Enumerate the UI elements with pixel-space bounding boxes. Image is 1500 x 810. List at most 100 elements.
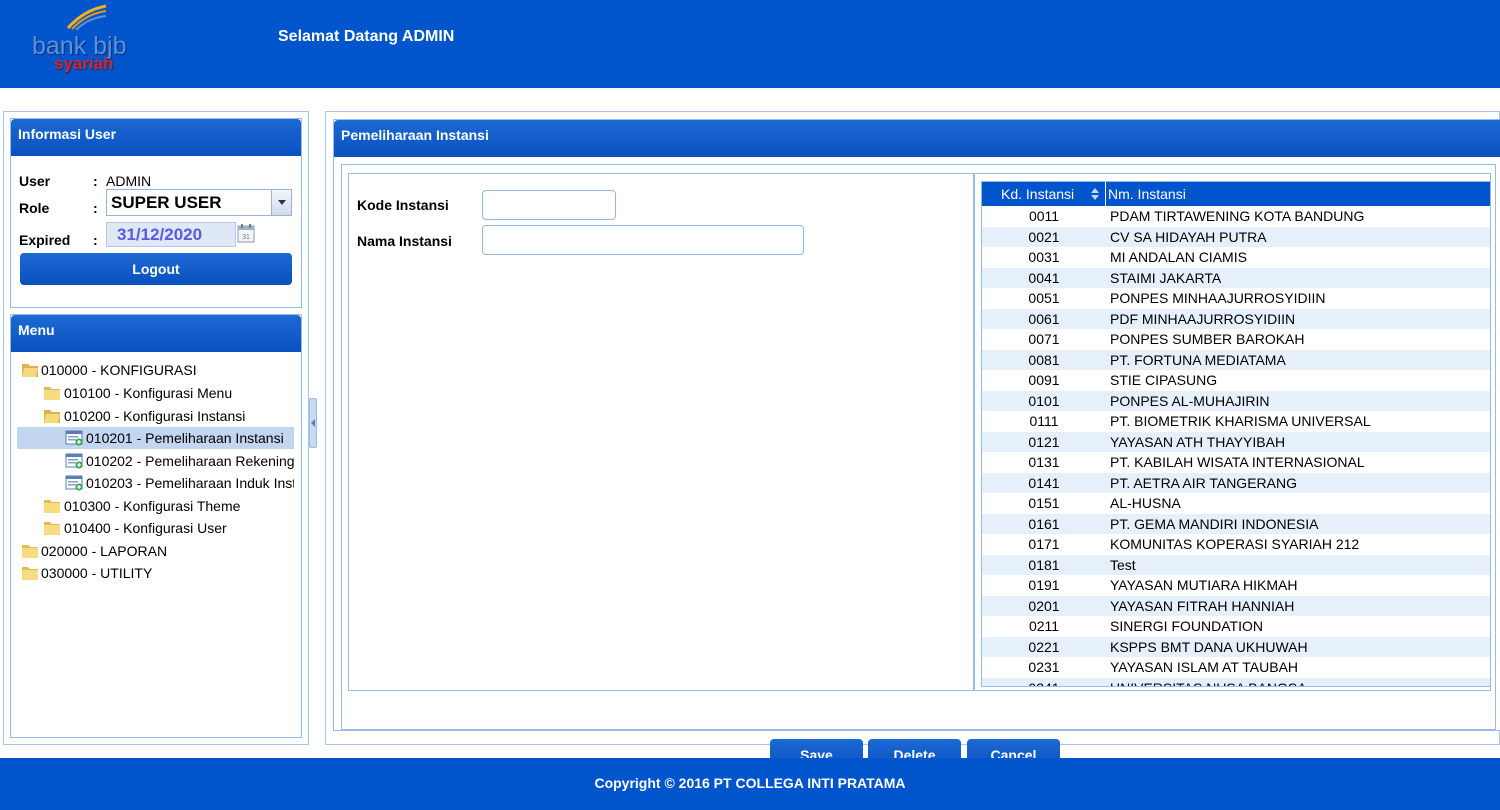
table-row[interactable]: 0041 STAIMI JAKARTA bbox=[982, 267, 1490, 288]
table-row[interactable]: 0231 YAYASAN ISLAM AT TAUBAH bbox=[982, 657, 1490, 678]
table-row[interactable]: 0101 PONPES AL-MUHAJIRIN bbox=[982, 390, 1490, 411]
welcome-text: Selamat Datang ADMIN bbox=[278, 28, 455, 45]
nm-instansi-cell: PT. AETRA AIR TANGERANG bbox=[1110, 474, 1297, 491]
column-header-nm-instansi[interactable]: Nm. Instansi bbox=[1108, 182, 1186, 206]
user-info-panel: Informasi User User : ADMIN Role : SUPER… bbox=[10, 118, 302, 308]
tree-item-pemeliharaan-induk-instansi[interactable]: 010203 - Pemeliharaan Induk Instansi bbox=[17, 472, 294, 494]
nm-instansi-cell: UNIVERSITAS NUSA BANGSA bbox=[1110, 678, 1307, 687]
tree-item-laporan[interactable]: 020000 - LAPORAN bbox=[17, 540, 297, 562]
bank-bjb-syariah-logo: bank bjb syariah bbox=[28, 4, 158, 74]
nm-instansi-cell: KSPPS BMT DANA UKHUWAH bbox=[1110, 638, 1308, 655]
nm-instansi-cell: Test bbox=[1110, 556, 1136, 573]
kd-instansi-cell: 0021 bbox=[1028, 228, 1060, 245]
kd-instansi-cell: 0111 bbox=[1029, 413, 1059, 429]
tree-item-pemeliharaan-instansi[interactable]: 010201 - Pemeliharaan Instansi bbox=[17, 427, 294, 449]
logout-button[interactable]: Logout bbox=[20, 253, 292, 285]
table-row[interactable]: 0081 PT. FORTUNA MEDIATAMA bbox=[982, 349, 1490, 370]
sort-icon[interactable] bbox=[1090, 187, 1100, 201]
table-row[interactable]: 0141 PT. AETRA AIR TANGERANG bbox=[982, 472, 1490, 493]
kd-instansi-cell: 0101 bbox=[1028, 392, 1060, 409]
nm-instansi-cell: KOMUNITAS KOPERASI SYARIAH 212 bbox=[1110, 536, 1360, 552]
kd-instansi-cell: 0031 bbox=[1028, 249, 1060, 265]
table-row[interactable]: 0131 PT. KABILAH WISATA INTERNASIONAL bbox=[982, 452, 1490, 473]
logo-text-sub: syariah bbox=[54, 54, 114, 73]
table-row[interactable]: 0021 CV SA HIDAYAH PUTRA bbox=[982, 226, 1490, 247]
form-add-icon bbox=[65, 430, 83, 446]
table-row[interactable]: 0151 AL-HUSNA bbox=[982, 493, 1490, 514]
chevron-down-icon[interactable] bbox=[271, 190, 291, 215]
folder-open-icon bbox=[44, 410, 60, 423]
nm-instansi-cell: YAYASAN MUTIARA HIKMAH bbox=[1110, 577, 1298, 593]
calendar-icon[interactable]: 31 bbox=[237, 223, 255, 243]
kd-instansi-cell: 0181 bbox=[1028, 556, 1060, 573]
expired-date-field: 31/12/2020 bbox=[106, 222, 236, 247]
tree-item-konfigurasi[interactable]: 010000 - KONFIGURASI bbox=[17, 359, 297, 381]
expired-label: Expired bbox=[19, 232, 71, 248]
kd-instansi-cell: 0041 bbox=[1028, 269, 1060, 286]
kd-instansi-cell: 0141 bbox=[1028, 474, 1060, 491]
table-row[interactable]: 0091 STIE CIPASUNG bbox=[982, 370, 1490, 391]
table-row[interactable]: 0051 PONPES MINHAAJURROSYIDIIN bbox=[982, 288, 1490, 309]
kode-instansi-input[interactable] bbox=[482, 190, 616, 220]
kd-instansi-cell: 0091 bbox=[1028, 372, 1060, 388]
collapse-splitter[interactable] bbox=[309, 398, 317, 448]
nm-instansi-cell: MI ANDALAN CIAMIS bbox=[1110, 249, 1247, 265]
kd-instansi-cell: 0131 bbox=[1028, 454, 1060, 470]
table-row[interactable]: 0201 YAYASAN FITRAH HANNIAH bbox=[982, 595, 1490, 616]
table-row[interactable]: 0181 Test bbox=[982, 554, 1490, 575]
tree-item-konfigurasi-theme[interactable]: 010300 - Konfigurasi Theme bbox=[17, 495, 297, 517]
table-row[interactable]: 0171 KOMUNITAS KOPERASI SYARIAH 212 bbox=[982, 534, 1490, 555]
form-add-icon bbox=[65, 453, 83, 469]
role-label: Role bbox=[19, 200, 50, 216]
table-row[interactable]: 0221 KSPPS BMT DANA UKHUWAH bbox=[982, 636, 1490, 657]
expired-date-value: 31/12/2020 bbox=[117, 225, 203, 244]
tree-item-konfigurasi-menu[interactable]: 010100 - Konfigurasi Menu bbox=[17, 382, 297, 404]
role-select[interactable]: SUPER USER bbox=[106, 189, 292, 216]
kd-instansi-cell: 0061 bbox=[1028, 310, 1060, 327]
kd-instansi-cell: 0191 bbox=[1028, 577, 1060, 593]
user-separator: : bbox=[93, 173, 98, 189]
nm-instansi-cell: PONPES MINHAAJURROSYIDIIN bbox=[1110, 290, 1326, 306]
table-row[interactable]: 0161 PT. GEMA MANDIRI INDONESIA bbox=[982, 513, 1490, 534]
nm-instansi-cell: YAYASAN ISLAM AT TAUBAH bbox=[1110, 659, 1299, 675]
nm-instansi-cell: PONPES AL-MUHAJIRIN bbox=[1110, 392, 1270, 409]
table-row[interactable]: 0061 PDF MINHAAJURROSYIDIIN bbox=[982, 308, 1490, 329]
panel-body: Kode Instansi Nama Instansi Kd. Instansi… bbox=[341, 164, 1496, 771]
app-footer: Copyright © 2016 PT COLLEGA INTI PRATAMA bbox=[0, 758, 1500, 810]
folder-icon bbox=[44, 387, 60, 400]
nm-instansi-cell: PT. FORTUNA MEDIATAMA bbox=[1110, 351, 1286, 368]
nm-instansi-cell: PDF MINHAAJURROSYIDIIN bbox=[1110, 310, 1296, 327]
table-row[interactable]: 0241 UNIVERSITAS NUSA BANGSA bbox=[982, 677, 1490, 687]
content-area: Pemeliharaan Instansi Kode Instansi Nama… bbox=[325, 111, 1500, 771]
grid-header: Kd. Instansi Nm. Instansi bbox=[982, 182, 1490, 206]
table-row[interactable]: 0111 PT. BIOMETRIK KHARISMA UNIVERSAL bbox=[982, 411, 1490, 432]
tree-item-utility[interactable]: 030000 - UTILITY bbox=[17, 562, 297, 584]
folder-icon bbox=[22, 545, 38, 558]
table-row[interactable]: 0071 PONPES SUMBER BAROKAH bbox=[982, 329, 1490, 350]
kd-instansi-cell: 0151 bbox=[1028, 495, 1060, 511]
table-row[interactable]: 0121 YAYASAN ATH THAYYIBAH bbox=[982, 431, 1490, 452]
nama-instansi-input[interactable] bbox=[482, 225, 804, 255]
folder-icon bbox=[44, 500, 60, 513]
kd-instansi-cell: 0071 bbox=[1028, 331, 1060, 347]
column-header-kd-instansi[interactable]: Kd. Instansi bbox=[982, 182, 1106, 206]
tree-item-konfigurasi-user[interactable]: 010400 - Konfigurasi User bbox=[17, 517, 297, 539]
left-sidebar: Informasi User User : ADMIN Role : SUPER… bbox=[3, 111, 309, 745]
table-row[interactable]: 0031 MI ANDALAN CIAMIS bbox=[982, 247, 1490, 268]
copyright-text: Copyright © 2016 PT COLLEGA INTI PRATAMA bbox=[594, 775, 906, 791]
role-selected-value: SUPER USER bbox=[111, 193, 222, 212]
tree-item-konfigurasi-instansi[interactable]: 010200 - Konfigurasi Instansi bbox=[17, 405, 297, 427]
table-row[interactable]: 0011 PDAM TIRTAWENING KOTA BANDUNG bbox=[982, 206, 1490, 227]
pemeliharaan-instansi-panel: Pemeliharaan Instansi Kode Instansi Nama… bbox=[333, 119, 1500, 771]
nm-instansi-cell: AL-HUSNA bbox=[1110, 495, 1181, 511]
tree-item-pemeliharaan-rekening[interactable]: 010202 - Pemeliharaan Rekening bbox=[17, 450, 294, 472]
table-row[interactable]: 0211 SINERGI FOUNDATION bbox=[982, 616, 1490, 637]
user-label: User bbox=[19, 173, 51, 189]
nm-instansi-cell: YAYASAN ATH THAYYIBAH bbox=[1110, 433, 1286, 450]
kd-instansi-cell: 0241 bbox=[982, 678, 1106, 687]
nm-instansi-cell: STIE CIPASUNG bbox=[1110, 372, 1218, 388]
panel-title: Pemeliharaan Instansi bbox=[334, 120, 1500, 157]
svg-text:31: 31 bbox=[242, 234, 250, 241]
table-row[interactable]: 0191 YAYASAN MUTIARA HIKMAH bbox=[982, 575, 1490, 596]
folder-icon bbox=[22, 567, 38, 580]
